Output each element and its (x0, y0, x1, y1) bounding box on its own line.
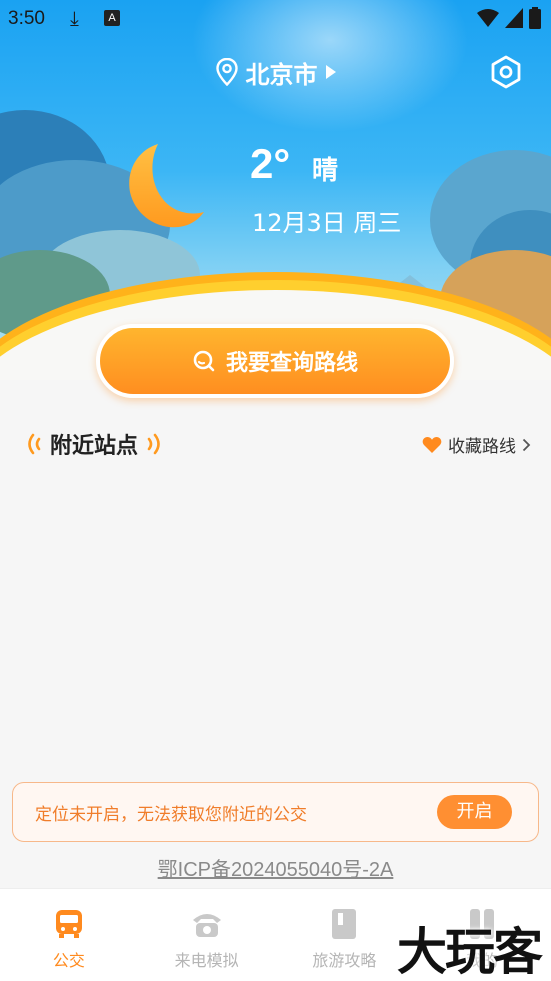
nav-label-call-simulation: 来电模拟 (174, 951, 239, 970)
heart-icon (422, 436, 442, 453)
enable-location-button[interactable]: 开启 (437, 795, 512, 829)
wifi-icon (477, 9, 499, 27)
download-icon: ⤓ (70, 6, 79, 30)
status-indicators (477, 7, 541, 29)
nearby-stations-title: 附近站点 (50, 434, 139, 459)
search-icon (193, 350, 215, 372)
nav-item-call-simulation[interactable]: 来电模拟 (138, 889, 276, 981)
caret-right-icon (325, 65, 336, 79)
nav-label-bus: 公交 (52, 951, 85, 970)
icp-record-link[interactable]: 鄂ICP备2024055040号-2A (0, 853, 551, 882)
moon-icon (129, 144, 204, 228)
phone-icon (192, 914, 221, 937)
signal-wave-right-icon (147, 433, 160, 455)
location-disabled-notice: 定位未开启，无法获取您附近的公交 开启 (12, 782, 539, 842)
weather-date: 12月3日 周三 (252, 209, 402, 237)
query-route-label: 我要查询路线 (225, 351, 358, 376)
weather-condition: 晴 (312, 156, 339, 186)
battery-icon (529, 7, 541, 29)
nav-item-bus[interactable]: 公交 (0, 889, 138, 981)
nearby-stations-header: 附近站点 (24, 428, 164, 460)
location-pin-icon (215, 58, 238, 86)
location-selector[interactable]: 北京市 (0, 52, 551, 92)
nav-label-travel-guide: 旅游攻略 (312, 951, 377, 970)
notice-message: 定位未开启，无法获取您附近的公交 (35, 804, 307, 825)
favorite-routes-link[interactable]: 收藏路线 (422, 432, 531, 457)
nav-item-travel-guide[interactable]: 旅游攻略 (276, 889, 414, 981)
watermark-logo: 大玩客 (397, 922, 543, 981)
temperature: 2° (250, 140, 291, 187)
signal-wave-left-icon (28, 433, 41, 455)
a-badge-icon: A (104, 10, 120, 26)
chevron-right-icon (522, 438, 531, 451)
signal-icon (505, 8, 523, 28)
status-bar: 3:50 ⤓ A (0, 0, 551, 38)
favorite-routes-label: 收藏路线 (448, 437, 516, 457)
book-icon (332, 909, 357, 939)
query-route-button[interactable]: 我要查询路线 (96, 324, 454, 398)
settings-gear-icon[interactable] (489, 55, 523, 89)
bus-icon (55, 910, 82, 938)
city-name: 北京市 (245, 60, 318, 89)
status-time: 3:50 (8, 8, 45, 29)
